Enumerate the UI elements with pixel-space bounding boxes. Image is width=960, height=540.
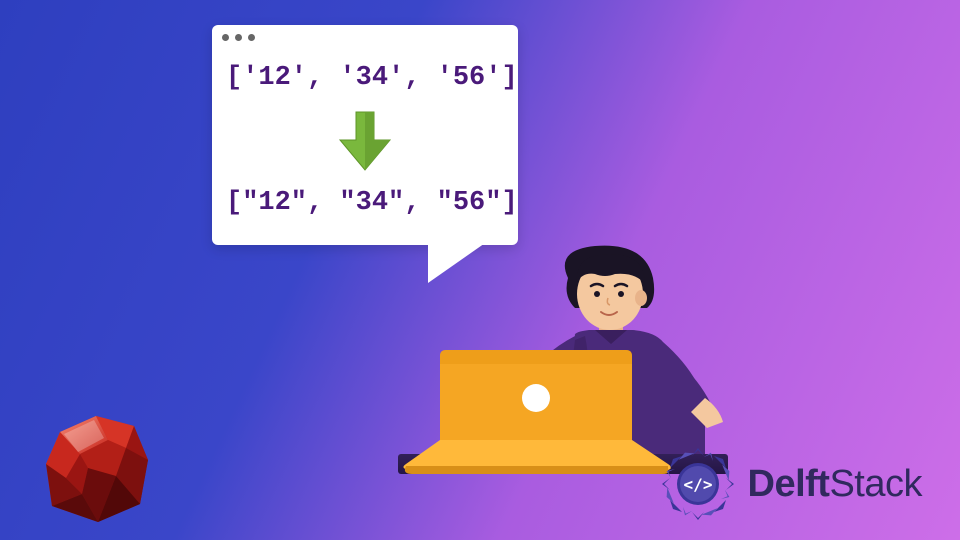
code-line-after: ["12", "34", "56"] bbox=[226, 186, 504, 221]
bubble-tail bbox=[428, 241, 488, 283]
code-body: ['12', '34', '56'] ["12", "34", "56"] bbox=[212, 49, 518, 245]
code-window: ['12', '34', '56'] ["12", "34", "56"] bbox=[212, 25, 518, 245]
down-arrow-icon bbox=[330, 106, 400, 176]
delftstack-logo: </> DelftStack bbox=[654, 440, 923, 528]
code-line-before: ['12', '34', '56'] bbox=[226, 61, 504, 96]
laptop-illustration bbox=[398, 346, 678, 476]
delftstack-text: DelftStack bbox=[748, 463, 923, 506]
window-titlebar bbox=[212, 25, 518, 49]
window-dot-icon bbox=[248, 34, 255, 41]
ruby-logo-icon bbox=[38, 408, 158, 528]
window-dot-icon bbox=[235, 34, 242, 41]
svg-text:</>: </> bbox=[683, 475, 712, 494]
delftstack-badge-icon: </> bbox=[654, 440, 742, 528]
window-dot-icon bbox=[222, 34, 229, 41]
